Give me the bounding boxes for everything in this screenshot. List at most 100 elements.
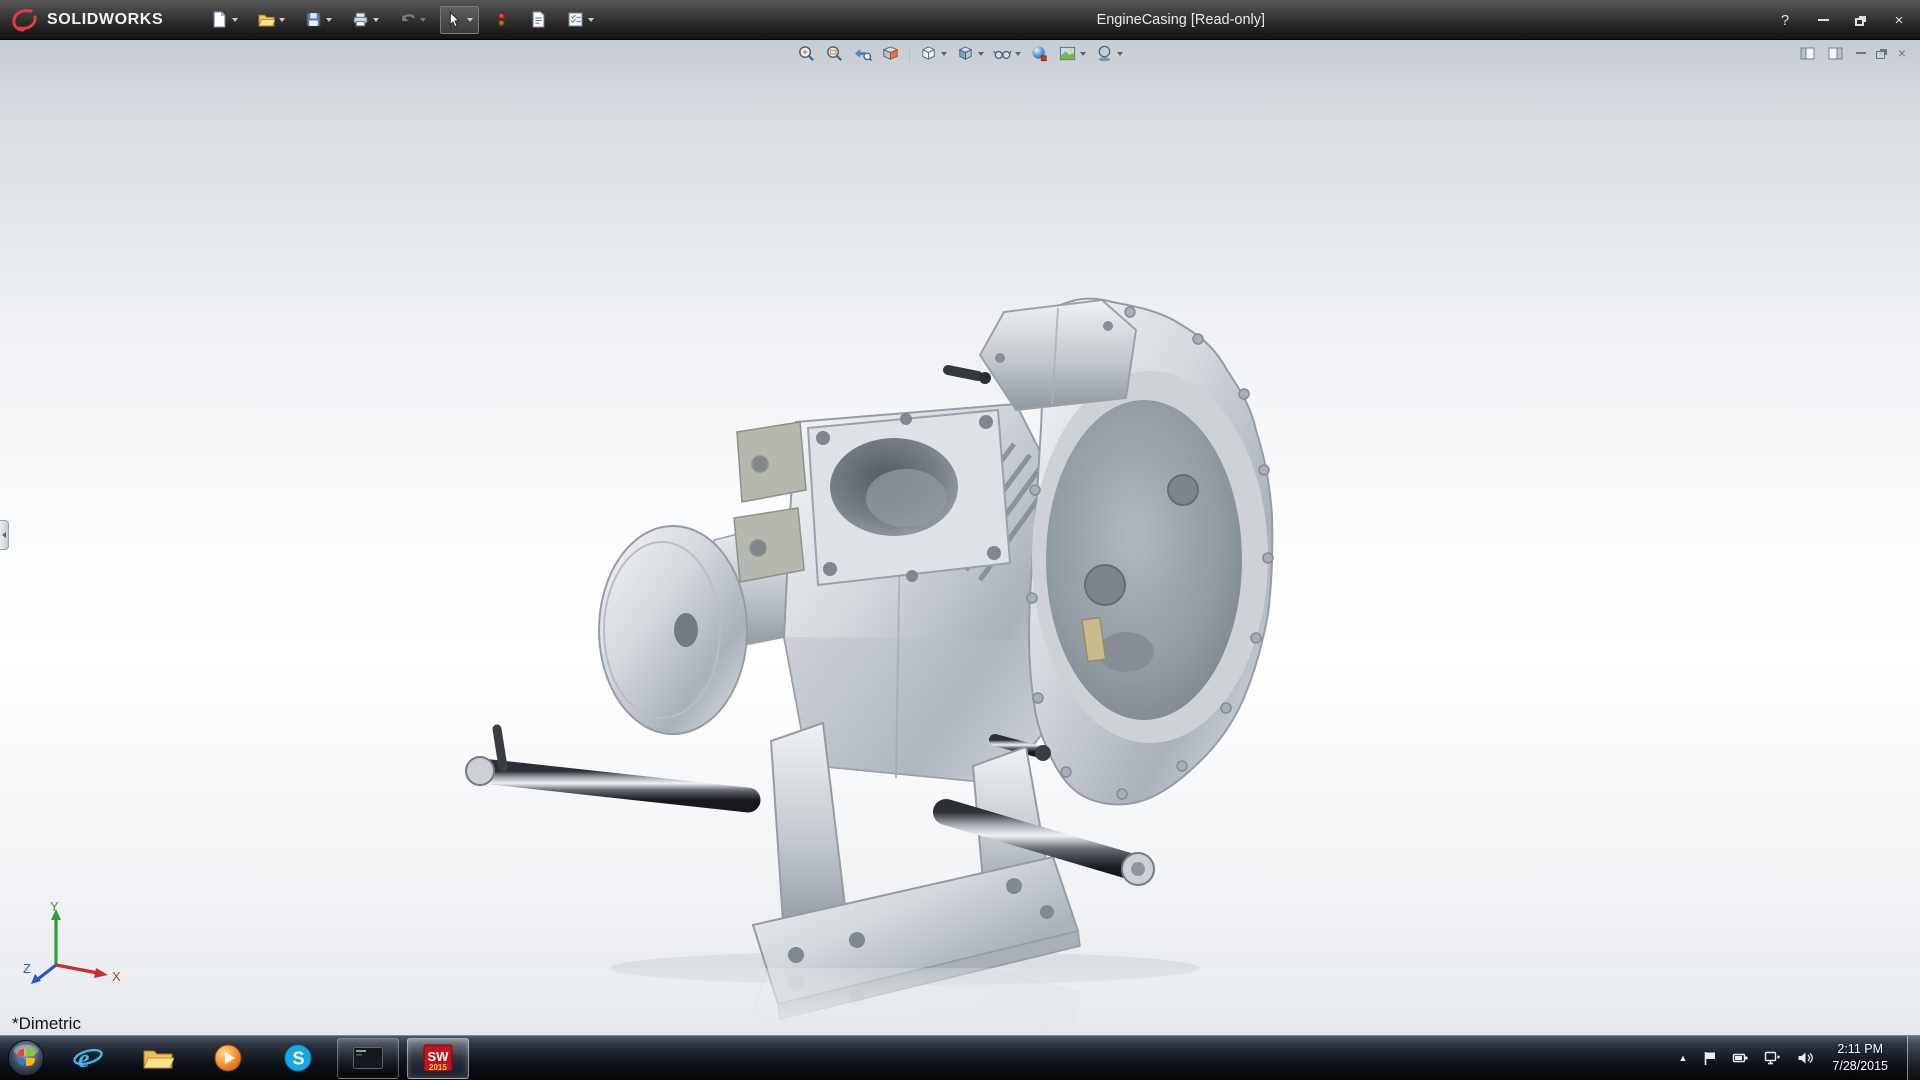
edit-appearance-ball-icon	[1032, 46, 1047, 62]
x-axis-arrowhead	[94, 968, 108, 978]
hide-show-items-button[interactable]	[990, 42, 1024, 65]
document-title: EngineCasing [Read-only]	[1096, 11, 1266, 28]
select-arrow-icon	[449, 11, 461, 28]
save-button[interactable]	[299, 6, 338, 34]
undo-icon	[402, 14, 416, 22]
dropdown-arrow-icon[interactable]	[232, 17, 239, 22]
start-button[interactable]	[5, 1037, 47, 1079]
close-button[interactable]: ×	[1892, 12, 1906, 29]
cylinder-bore-flange	[806, 408, 1012, 587]
view-settings-button[interactable]	[1092, 42, 1126, 65]
y-axis-label: Y	[50, 899, 59, 914]
save-icon	[306, 12, 321, 27]
zoom-to-area-button[interactable]	[822, 42, 847, 65]
new-document-icon	[213, 11, 226, 28]
dropdown-arrow-icon[interactable]	[1080, 51, 1086, 56]
system-tray: ▲ 2:11 PM 7/28/2015	[1678, 1035, 1920, 1080]
svg-text:S: S	[293, 1049, 305, 1069]
dropdown-arrow-icon[interactable]	[941, 51, 947, 56]
clock-date: 7/28/2015	[1832, 1059, 1888, 1073]
taskbar-item-internet-explorer[interactable]: e	[57, 1038, 119, 1079]
view-orientation-cube-icon	[922, 46, 935, 60]
open-folder-icon	[258, 14, 276, 27]
solidworks-app-icon: SW 2015	[423, 1044, 453, 1072]
select-tool-button[interactable]	[440, 5, 480, 34]
help-button[interactable]: ?	[1778, 12, 1792, 29]
action-center-flag-icon[interactable]	[1702, 1050, 1717, 1066]
engine-casing-3d-model[interactable]	[0, 40, 1920, 1035]
dropdown-arrow-icon[interactable]	[373, 17, 380, 22]
taskbar-item-windows-explorer[interactable]	[127, 1038, 189, 1079]
show-desktop-button[interactable]	[1907, 1035, 1920, 1080]
minimize-icon	[1855, 52, 1866, 54]
new-document-button[interactable]	[205, 6, 244, 34]
minimize-button[interactable]	[1816, 12, 1830, 28]
dropdown-arrow-icon[interactable]	[326, 17, 333, 22]
display-style-button[interactable]	[953, 42, 987, 65]
minimize-icon	[1817, 19, 1829, 21]
app-window-icon	[353, 1047, 383, 1069]
explorer-folder-icon	[143, 1050, 174, 1069]
zoom-to-area-icon	[827, 46, 842, 61]
solidworks-logo-icon	[12, 8, 37, 31]
x-axis-label: X	[112, 969, 121, 984]
windows-start-orb-icon	[7, 1039, 45, 1077]
options-button[interactable]	[561, 6, 600, 34]
volume-icon[interactable]	[1796, 1050, 1814, 1066]
document-window-controls: ×	[1800, 45, 1906, 61]
solidworks-window: SOLIDWORKS EngineCasing [Read-only] ? × …	[0, 0, 1920, 1080]
zoom-to-fit-icon	[799, 46, 814, 61]
battery-icon[interactable]	[1732, 1050, 1749, 1066]
window-controls: ? ×	[1778, 0, 1906, 40]
dropdown-arrow-icon[interactable]	[1117, 51, 1123, 56]
dropdown-arrow-icon[interactable]	[1015, 51, 1021, 56]
hide-show-glasses-icon	[993, 50, 1012, 60]
pane-right-button[interactable]	[1828, 47, 1843, 60]
taskbar-item-skype[interactable]: S	[267, 1038, 329, 1079]
taskbar-item-solidworks[interactable]: SW 2015	[407, 1037, 469, 1079]
clock[interactable]: 2:11 PM 7/28/2015	[1832, 1041, 1888, 1075]
taskbar-item-media-player[interactable]	[197, 1038, 259, 1079]
rebuild-button[interactable]	[487, 6, 516, 34]
dropdown-arrow-icon[interactable]	[588, 17, 595, 22]
dropdown-arrow-icon[interactable]	[467, 17, 474, 22]
solidworks-logo-text: SOLIDWORKS	[47, 10, 164, 28]
taskbar-item-app-window[interactable]	[337, 1037, 399, 1079]
pane-left-button[interactable]	[1800, 47, 1815, 60]
rebuild-icon	[498, 12, 505, 27]
tray-expand-button[interactable]: ▲	[1678, 1053, 1687, 1063]
heads-up-view-toolbar	[794, 42, 1126, 65]
graphics-viewport[interactable]: × Y X Z *Dimetric	[0, 40, 1920, 1035]
dropdown-arrow-icon[interactable]	[978, 51, 984, 56]
file-properties-button[interactable]	[524, 6, 553, 34]
pane-left-icon	[1800, 47, 1815, 59]
internet-explorer-icon: e	[73, 1044, 103, 1073]
dropdown-arrow-icon[interactable]	[279, 17, 286, 22]
top-cover-plate	[978, 298, 1138, 412]
dropdown-arrow-icon[interactable]	[420, 17, 427, 22]
document-restore-button[interactable]	[1875, 48, 1885, 59]
solidworks-logo: SOLIDWORKS	[10, 8, 163, 32]
document-close-button[interactable]: ×	[1898, 45, 1906, 61]
taskbar: e S SW 2015 ▲ 2:11 PM 7/28/2015	[0, 1035, 1920, 1080]
z-axis-label: Z	[23, 961, 31, 976]
document-minimize-button[interactable]	[1855, 52, 1866, 54]
zoom-to-fit-button[interactable]	[794, 42, 819, 65]
apply-scene-icon	[1059, 46, 1076, 61]
feature-tree-collapse-handle[interactable]	[0, 520, 9, 550]
view-orientation-button[interactable]	[916, 42, 950, 65]
undo-button[interactable]	[393, 6, 432, 34]
network-icon[interactable]	[1764, 1050, 1781, 1066]
previous-view-icon	[854, 49, 872, 62]
apply-scene-button[interactable]	[1055, 42, 1089, 65]
print-icon	[353, 12, 368, 27]
pane-right-icon	[1828, 47, 1843, 59]
section-view-button[interactable]	[878, 42, 903, 65]
restore-button[interactable]	[1854, 12, 1868, 28]
open-button[interactable]	[252, 6, 291, 34]
restore-icon	[1855, 17, 1864, 26]
previous-view-button[interactable]	[850, 42, 875, 65]
view-settings-icon	[1098, 45, 1111, 62]
edit-appearance-button[interactable]	[1027, 42, 1052, 65]
print-button[interactable]	[346, 6, 385, 34]
